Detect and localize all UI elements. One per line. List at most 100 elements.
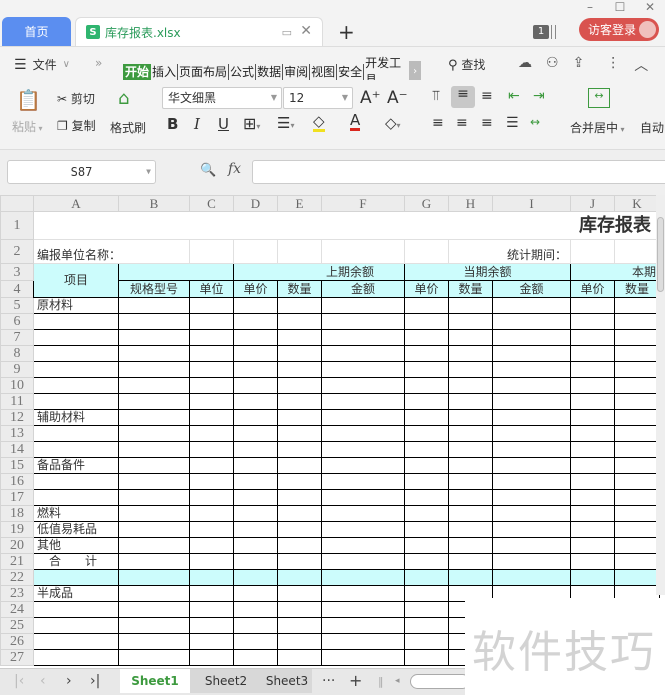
cell[interactable] (321, 585, 405, 602)
row-header[interactable]: 13 (0, 425, 34, 442)
cell[interactable] (233, 425, 278, 442)
cell[interactable] (570, 553, 615, 570)
cell[interactable] (118, 601, 190, 618)
item-cell[interactable] (33, 345, 119, 362)
cell[interactable] (404, 649, 449, 666)
cell[interactable] (492, 553, 571, 570)
cell[interactable] (277, 585, 322, 602)
find-button[interactable]: ⚲ 查找 (448, 56, 485, 73)
col-header-d[interactable]: D (233, 195, 278, 212)
cell[interactable] (189, 633, 234, 650)
format-painter-button[interactable]: 格式刷 (110, 119, 146, 136)
row-header[interactable]: 26 (0, 633, 34, 650)
cell[interactable] (118, 345, 190, 362)
tab-page-layout[interactable]: 页面布局 (178, 63, 230, 81)
align-bottom-icon[interactable]: ≡ (481, 88, 493, 104)
header-qty[interactable]: 数量 (277, 280, 322, 298)
cell[interactable] (118, 361, 190, 378)
cell[interactable] (570, 377, 615, 394)
more-sheets-icon[interactable]: ··· (322, 673, 335, 689)
cell[interactable] (189, 521, 234, 538)
cell[interactable] (189, 329, 234, 346)
col-header-g[interactable]: G (404, 195, 449, 212)
header-prev-balance[interactable]: 上期余额 (233, 263, 405, 281)
window-list-icon[interactable] (551, 25, 556, 39)
cell[interactable] (570, 393, 615, 410)
cell[interactable] (233, 585, 278, 602)
add-user-icon[interactable]: ⚇ (546, 55, 559, 75)
align-right-icon[interactable]: ≡ (481, 115, 493, 131)
tab-start[interactable]: 开始 (123, 63, 152, 81)
cell[interactable] (118, 457, 190, 474)
cell[interactable] (404, 361, 449, 378)
header-spec[interactable]: 规格型号 (118, 280, 190, 298)
borders-icon[interactable]: ⊞▾ (243, 114, 260, 133)
cell[interactable] (118, 649, 190, 666)
cell[interactable] (277, 329, 322, 346)
cell[interactable] (118, 585, 190, 602)
col-header-c[interactable]: C (189, 195, 234, 212)
item-cell[interactable]: 辅助材料 (33, 409, 119, 426)
cell[interactable] (448, 377, 493, 394)
cell[interactable] (189, 393, 234, 410)
cell[interactable] (233, 649, 278, 666)
cell[interactable] (492, 297, 571, 314)
cell[interactable] (277, 489, 322, 506)
row-header[interactable]: 11 (0, 393, 34, 410)
cell[interactable] (448, 553, 493, 570)
cell[interactable] (189, 649, 234, 666)
cell[interactable] (404, 345, 449, 362)
cell[interactable] (189, 585, 234, 602)
cell[interactable] (233, 361, 278, 378)
name-box[interactable]: S87 ▼ (7, 160, 156, 184)
cell[interactable] (448, 329, 493, 346)
item-cell[interactable] (33, 617, 119, 634)
cell[interactable] (614, 473, 660, 490)
cell[interactable] (570, 505, 615, 522)
maximize-icon[interactable]: ☐ (605, 0, 635, 14)
row-header[interactable]: 15 (0, 457, 34, 474)
cell[interactable] (448, 313, 493, 330)
header-price[interactable]: 单价 (233, 280, 278, 298)
cell[interactable] (277, 617, 322, 634)
row-header[interactable]: 20 (0, 537, 34, 554)
cell[interactable] (189, 361, 234, 378)
sheet-tab-sheet2[interactable]: Sheet2 (190, 669, 262, 693)
cell[interactable] (492, 313, 571, 330)
cell[interactable] (448, 409, 493, 426)
item-cell[interactable]: 合 计 (33, 553, 119, 570)
cloud-icon[interactable]: ☁ (518, 55, 532, 75)
row-header[interactable]: 3 (0, 263, 34, 281)
cell[interactable] (189, 617, 234, 634)
cell[interactable] (570, 313, 615, 330)
cell[interactable] (492, 473, 571, 490)
cell[interactable] (321, 457, 405, 474)
cell[interactable] (277, 409, 322, 426)
cell[interactable] (277, 553, 322, 570)
cell[interactable] (492, 361, 571, 378)
fill-color-icon[interactable]: ◇ (313, 114, 325, 132)
share-icon[interactable]: ⇪ (573, 55, 585, 75)
cell[interactable] (233, 239, 278, 264)
cell[interactable] (448, 457, 493, 474)
cell[interactable] (118, 297, 190, 314)
cell[interactable] (570, 441, 615, 458)
window-count-badge[interactable]: 1 (533, 25, 549, 39)
increase-indent-icon[interactable]: ⇥ (533, 88, 545, 104)
item-cell[interactable] (33, 425, 119, 442)
cell[interactable] (448, 441, 493, 458)
cell[interactable] (570, 361, 615, 378)
sheet-tab-sheet3[interactable]: Sheet3 (262, 669, 312, 693)
item-cell[interactable] (33, 489, 119, 506)
cell[interactable] (448, 569, 493, 586)
cell[interactable] (404, 633, 449, 650)
cell[interactable] (189, 441, 234, 458)
item-cell[interactable] (33, 569, 119, 586)
cell[interactable] (233, 633, 278, 650)
cell[interactable] (404, 441, 449, 458)
item-cell[interactable] (33, 473, 119, 490)
tab-view[interactable]: 视图 (310, 63, 338, 81)
cell[interactable] (118, 569, 190, 586)
item-cell[interactable]: 原材料 (33, 297, 119, 314)
row-header[interactable]: 25 (0, 617, 34, 634)
